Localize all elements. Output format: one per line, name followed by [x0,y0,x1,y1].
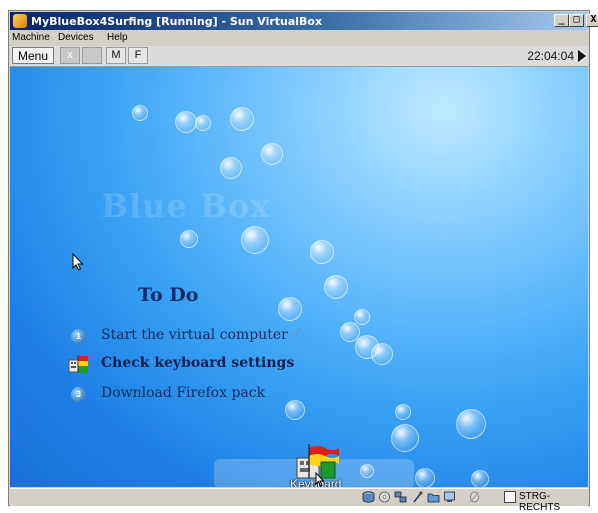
bubble-decoration [261,143,283,165]
window-title: MyBlueBox4Surfing [Running] - Sun Virtua… [31,15,323,28]
bubble-decoration [285,400,305,420]
bubble-decoration [415,468,435,487]
guest-top-bar: Menu x M F 22:04:04 [10,46,588,67]
status-bar: STRG-RECHTS [10,488,588,513]
bubble-decoration [371,343,393,365]
bubble-decoration [195,115,211,131]
todo-item-label: Check keyboard settings [101,355,295,371]
host-key-label: STRG-RECHTS [519,491,561,513]
step-one-icon: 1 [71,329,86,344]
guest-f-button[interactable]: F [128,47,148,64]
virtualbox-app-icon[interactable] [13,14,27,28]
mouse-integration-icon[interactable] [468,491,481,503]
mouse-pointer-icon [72,253,84,271]
cd-icon[interactable] [378,491,391,503]
bubble-decoration [471,470,489,487]
play-arrow-icon[interactable] [578,50,586,62]
bubble-decoration [230,107,254,131]
bubble-decoration [175,111,197,133]
virtualbox-window: MyBlueBox4Surfing [Running] - Sun Virtua… [8,10,598,513]
todo-item-label: Download Firefox pack [101,385,266,401]
bubble-decoration [278,297,302,321]
checkmark-icon: ✔ [290,324,305,344]
menu-machine[interactable]: Machine [12,32,50,43]
network-icon[interactable] [394,491,407,503]
bubble-decoration [310,240,334,264]
guest-desktop[interactable]: Blue Box To Do 1 Start the virtual compu… [10,67,588,487]
todo-title: To Do [138,284,199,306]
guest-m-button[interactable]: M [106,47,126,64]
menu-help[interactable]: Help [107,32,128,43]
todo-item-label: Start the virtual computer [101,327,288,343]
title-bar[interactable]: MyBlueBox4Surfing [Running] - Sun Virtua… [10,12,598,30]
bubble-decoration [220,157,242,179]
usb-icon[interactable] [411,491,424,503]
bubble-decoration [354,309,370,325]
close-button[interactable]: X [586,14,598,27]
blue-box-brand: Blue Box [101,187,271,225]
step-three-icon: 3 [71,387,86,402]
shared-folder-icon[interactable] [427,491,440,503]
hard-disk-icon[interactable] [362,491,375,503]
display-icon[interactable] [443,491,456,503]
guest-clock: 22:04:04 [527,49,574,63]
menu-bar: Machine Devices Help [10,31,588,45]
virtualbox-screen: MyBlueBox4Surfing [Running] - Sun Virtua… [0,0,598,513]
mouse-pointer-icon [315,472,325,487]
guest-x-button[interactable]: x [60,47,80,64]
bubble-decoration [132,105,148,121]
host-key-icon[interactable] [504,491,516,503]
guest-menu-button[interactable]: Menu [12,47,54,64]
keyboard-icon [68,355,88,373]
minimize-button[interactable]: _ [554,14,569,27]
guest-blank-button[interactable] [82,47,102,64]
bubble-decoration [324,275,348,299]
bubble-decoration [391,424,419,452]
menu-devices[interactable]: Devices [58,32,94,43]
bubble-decoration [180,230,198,248]
bubble-decoration [456,409,486,439]
bubble-decoration [241,226,269,254]
maximize-button[interactable]: □ [569,14,584,27]
bubble-decoration [395,404,411,420]
